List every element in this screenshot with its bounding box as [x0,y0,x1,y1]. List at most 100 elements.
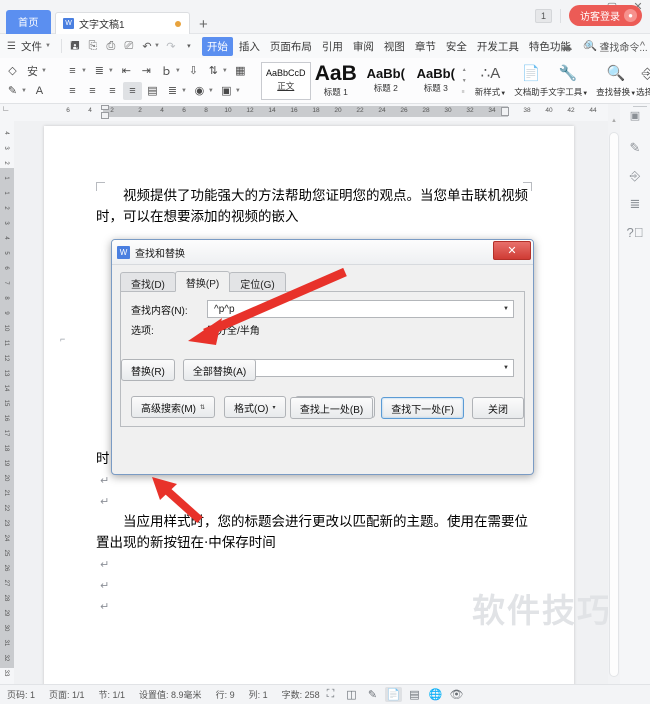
file-menu-button[interactable]: ☰ 文件 ▼ [0,39,57,54]
status-setting-value[interactable]: 设置值: 8.9毫米 [132,688,209,701]
find-next-button[interactable]: 查找下一处(F) [381,397,464,419]
doc-assistant-button[interactable]: 📄 文档助手 [514,60,548,102]
status-word-count[interactable]: 字数: 258 [275,688,327,701]
tab-count-badge[interactable]: 1 [534,8,552,23]
dialog-tab-goto[interactable]: 定位(G) [229,272,286,292]
cursor-icon[interactable]: ⎆ [620,162,650,190]
dialog-tab-find[interactable]: 查找(D) [120,272,176,292]
print-icon[interactable]: ⎙ [102,37,120,55]
dialog-tab-replace[interactable]: 替换(P) [174,271,231,292]
style-gallery-scroll[interactable]: ▲ ▼ ≡ [462,67,467,95]
customize-quick-access-icon[interactable]: ▾ [180,37,198,55]
pen-icon[interactable]: ✎ [620,134,650,162]
ribbon-tab-security[interactable]: 安全 [442,37,471,56]
sort-icon[interactable]: ⇩ [184,62,203,80]
advanced-search-button[interactable]: 高级搜索(M) ⇅ [131,396,216,418]
status-page-number[interactable]: 页码: 1 [0,688,42,701]
right-indent-marker[interactable] [501,107,509,116]
ribbon-tab-page-layout[interactable]: 页面布局 [266,37,316,56]
increase-indent-icon[interactable]: ⇥ [137,62,156,80]
tab-document-1[interactable]: W 文字文稿1 [55,12,190,34]
upload-icon[interactable]: ⇧ [602,40,611,53]
replace-button[interactable]: 替换(R) [121,359,175,381]
collapse-ribbon-icon[interactable]: ^ [640,40,645,52]
scroll-up-icon[interactable]: ▲ [611,118,617,124]
asian-layout-icon[interactable]: ｂ [157,62,176,80]
highlight-color-icon[interactable]: ✎ [3,82,22,100]
style-item-heading-2[interactable]: AaBb( 标题 2 [361,62,411,100]
page-layout-icon[interactable]: 📄 [385,687,402,702]
align-center-icon[interactable]: ≡ [83,82,102,100]
style-item-heading-1[interactable]: AaB 标题 1 [311,62,361,100]
vertical-scrollbar[interactable]: ▲ [608,104,620,684]
close-button[interactable]: 关闭 [472,397,524,419]
save-icon[interactable]: 🖪 [66,37,84,55]
table-borders-icon[interactable]: ▣ [217,82,236,100]
find-input[interactable]: ^p^p ▼ [207,300,514,318]
first-line-indent-marker[interactable] [101,105,109,110]
guest-login-button[interactable]: 访客登录 ● [569,5,642,26]
select-button[interactable]: ⎆ 选择▼ [636,60,650,102]
style-item-heading-3[interactable]: AaBb( 标题 3 [411,62,461,100]
two-page-icon[interactable]: ◫ [343,687,360,702]
scrollbar-thumb[interactable] [609,132,619,677]
replace-all-button[interactable]: 全部替换(A) [182,359,257,381]
status-row[interactable]: 行: 9 [209,688,242,701]
panel-collapse-icon[interactable] [633,106,647,107]
align-left-icon[interactable]: ≡ [63,82,82,100]
ribbon-tab-review[interactable]: 审阅 [349,37,378,56]
chevron-down-icon[interactable]: ▼ [462,78,467,84]
share-user-icon[interactable]: ☺ [581,40,592,52]
decrease-indent-icon[interactable]: ⇤ [117,62,136,80]
bullet-list-icon[interactable]: ≡ [63,62,82,80]
ribbon-tab-developer[interactable]: 开发工具 [473,37,523,56]
font-color-icon[interactable]: A [30,82,49,100]
format-button[interactable]: 格式(O) ▾ [224,396,286,418]
distribute-icon[interactable]: ▤ [143,82,162,100]
web-layout-icon[interactable]: ▤ [406,687,423,702]
find-replace-button[interactable]: 🔍 查找替换▼ [596,60,636,102]
paragraph-spacing-icon[interactable]: ≣ [163,82,182,100]
borders-icon[interactable]: ▦ [231,62,250,80]
chevron-down-icon[interactable]: ▼ [503,365,509,371]
status-column[interactable]: 列: 1 [242,688,275,701]
pen-edit-icon[interactable]: ✎ [364,687,381,702]
number-list-icon[interactable]: ≣ [90,62,109,80]
tab-home[interactable]: 首页 [6,10,51,34]
web-view-icon[interactable]: 🌐 [427,687,444,702]
help-icon[interactable]: ?⃝ [620,218,650,246]
new-tab-button[interactable]: + [199,16,208,34]
settings-sliders-icon[interactable]: ≣ [620,190,650,218]
print-preview-icon[interactable]: ⎚ [120,37,138,55]
horizontal-ruler[interactable]: ∟ 64224681012141618202224262830323436384… [0,104,650,121]
ribbon-tab-start[interactable]: 开始 [201,36,233,56]
style-item-body[interactable]: AaBbCcD 正文 [260,61,311,100]
eye-protect-icon[interactable]: 👁 [448,687,465,702]
align-justify-icon[interactable]: ≡ [122,81,142,100]
ribbon-tab-view[interactable]: 视图 [380,37,409,56]
expand-gallery-icon[interactable]: ≡ [462,89,467,95]
vertical-ruler[interactable]: 4 3 2 1 1 2 3 4 5 6 7 8 9 10 11 12 13 14 15 16 17 18 19 20 21 22 2… [0,121,14,691]
ribbon-tab-insert[interactable]: 插入 [235,37,264,56]
ribbon-tab-references[interactable]: 引用 [318,37,347,56]
panel-pin-icon[interactable]: ▣ [620,104,650,126]
chevron-up-icon[interactable]: ▲ [462,67,467,73]
text-tools-button[interactable]: 🔧 文字工具▼ [548,60,588,102]
find-replace-dialog[interactable]: W 查找和替换 ✕ 查找(D) 替换(P) 定位(G) 查找内容(N): ^p^… [111,239,534,475]
align-right-icon[interactable]: ≡ [103,82,122,100]
chevron-down-icon[interactable]: ▼ [503,306,509,312]
more-icon[interactable]: ⋮ [620,40,631,53]
status-pages[interactable]: 页面: 1/1 [42,688,92,701]
fullscreen-icon[interactable]: ⛶ [322,687,339,702]
shading-icon[interactable]: ◉ [190,82,209,100]
status-section[interactable]: 节: 1/1 [92,688,133,701]
ribbon-tab-sections[interactable]: 章节 [411,37,440,56]
undo-caret-icon[interactable]: ▼ [154,43,160,49]
new-style-button[interactable]: ∴A 新样式▼ [475,60,506,102]
save-as-icon[interactable]: ⎘ [84,37,102,55]
left-indent-marker[interactable] [101,112,109,119]
pinyin-guide-icon[interactable]: 安 [23,62,42,80]
line-spacing-icon[interactable]: ⇅ [204,62,223,80]
dialog-close-button[interactable]: ✕ [493,241,531,260]
find-previous-button[interactable]: 查找上一处(B) [289,397,374,419]
